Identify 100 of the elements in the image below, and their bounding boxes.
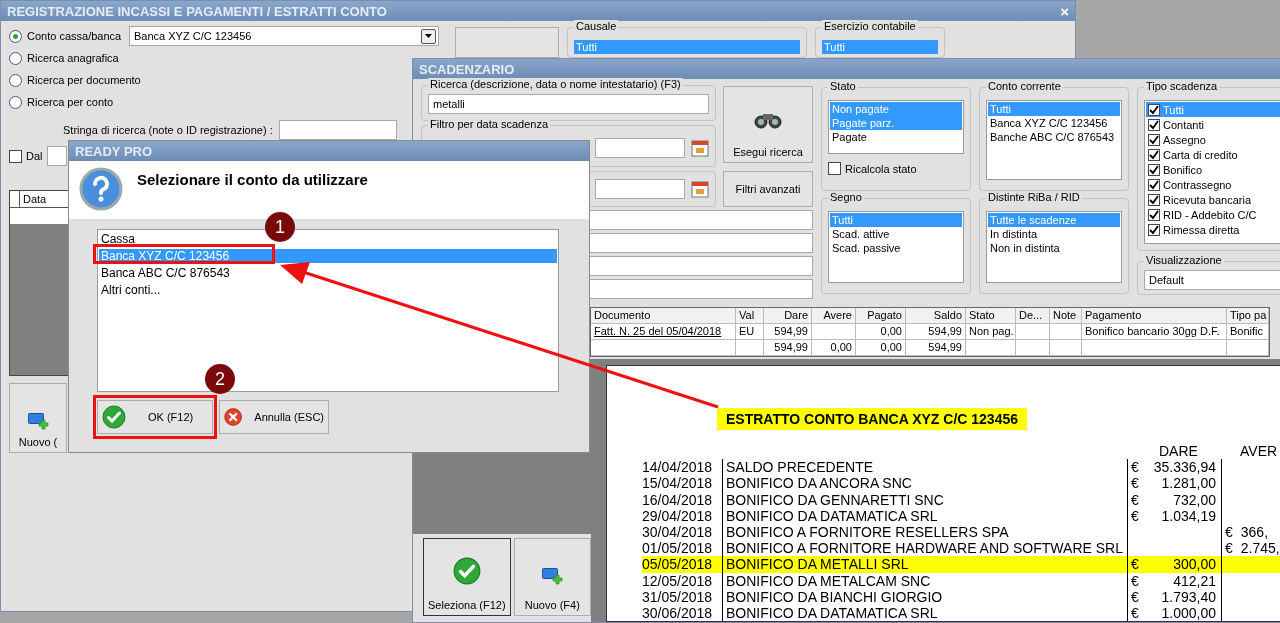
checkbox[interactable] bbox=[1148, 148, 1160, 161]
group-title: Visualizzazione bbox=[1144, 254, 1224, 266]
checkbox[interactable] bbox=[828, 162, 841, 175]
checkbox[interactable] bbox=[1148, 193, 1160, 206]
select-button[interactable]: Seleziona (F12) bbox=[423, 538, 511, 617]
statement-cell-text: 31/05/2018 bbox=[642, 588, 714, 605]
list-box[interactable]: Tutti Banca XYZ C/C 123456 Banche ABC C/C 876543 bbox=[986, 100, 1122, 180]
statement-cell: BONIFICO DA DATAMATICA SRL bbox=[722, 604, 1127, 622]
list-box[interactable]: Tutti Scad. attive Scad. passive bbox=[828, 211, 964, 283]
checkbox[interactable] bbox=[9, 149, 22, 163]
group-title: Stato bbox=[828, 80, 858, 92]
checklist-item[interactable]: Carta di credito bbox=[1146, 147, 1280, 162]
column-header[interactable]: Tipo pa bbox=[1227, 308, 1269, 324]
checkbox[interactable] bbox=[1148, 223, 1160, 236]
table-cell: Non pag. bbox=[966, 324, 1016, 340]
statement-cell: BONIFICO DA DATAMATICA SRL bbox=[722, 507, 1127, 524]
checklist-item[interactable]: Rimessa diretta bbox=[1146, 222, 1280, 237]
cancel-button[interactable]: Annulla (ESC) bbox=[219, 400, 329, 434]
column-header[interactable]: De... bbox=[1016, 308, 1050, 324]
radio-button[interactable] bbox=[9, 29, 22, 43]
list-box[interactable]: Tutte le scadenze In distinta Non in distinta bbox=[986, 211, 1122, 283]
column-header[interactable]: Pagamento bbox=[1082, 308, 1227, 324]
checkbox[interactable] bbox=[1148, 208, 1160, 221]
checklist-item[interactable]: Bonifico bbox=[1146, 162, 1280, 177]
statement-cell: 05/05/2018 bbox=[642, 556, 722, 573]
column-header[interactable]: Documento bbox=[591, 308, 736, 324]
checklist-item[interactable]: Assegno bbox=[1146, 132, 1280, 147]
radio-button[interactable] bbox=[9, 95, 22, 109]
list-item[interactable]: Banca XYZ C/C 123456 bbox=[988, 116, 1120, 130]
window-title: SCADENZARIO bbox=[419, 61, 515, 77]
group-title: Conto corrente bbox=[986, 80, 1063, 92]
radio-label: Ricerca per documento bbox=[27, 74, 141, 86]
group-title: Ricerca (descrizione, data o nome intestatario) (F3) bbox=[428, 78, 683, 90]
calendar-icon[interactable] bbox=[691, 139, 709, 157]
new-button[interactable]: Nuovo (F4) bbox=[513, 538, 591, 617]
search-button[interactable]: Esegui ricerca bbox=[723, 86, 813, 163]
document-link[interactable]: Fatt. N. 25 del 05/04/2018 bbox=[594, 325, 722, 337]
advanced-filters-button[interactable]: Filtri avanzati bbox=[723, 171, 813, 207]
statement-cell-text: 30/06/2018 bbox=[642, 604, 714, 622]
checklist-item[interactable]: Contanti bbox=[1146, 117, 1280, 132]
checkbox[interactable] bbox=[1148, 118, 1160, 131]
column-header[interactable]: Val bbox=[736, 308, 764, 324]
search-string-field[interactable] bbox=[278, 120, 397, 140]
radio-button[interactable] bbox=[9, 51, 22, 65]
monitor-plus-icon bbox=[541, 568, 563, 586]
list-item[interactable]: Banca ABC C/C 876543 bbox=[99, 266, 557, 280]
statement-cell: BONIFICO DA ANCORA SNC bbox=[722, 475, 1127, 492]
statement-cell bbox=[1222, 556, 1280, 573]
checkbox-label: Ricalcola stato bbox=[845, 162, 917, 175]
column-header[interactable]: Data bbox=[20, 193, 47, 205]
table-cell: 594,99 bbox=[906, 324, 966, 340]
table-cell: 0,00 bbox=[856, 324, 906, 340]
checklist-item[interactable]: RID - Addebito C/C bbox=[1146, 207, 1280, 222]
list-item[interactable]: Pagate bbox=[830, 130, 962, 144]
group-title: Filtro per data scadenza bbox=[428, 118, 550, 130]
table-cell bbox=[1016, 324, 1050, 340]
column-header[interactable]: Dare bbox=[764, 308, 812, 324]
statement-cell: € 35.336,94 bbox=[1127, 459, 1222, 476]
table-cell: 594,99 bbox=[764, 324, 812, 340]
checklist-item[interactable]: Ricevuta bancaria bbox=[1146, 192, 1280, 207]
column-header[interactable]: Pagato bbox=[856, 308, 906, 324]
table-cell: Bonifico bancario 30gg D.F. bbox=[1082, 324, 1227, 340]
date-field[interactable] bbox=[595, 138, 685, 158]
date-field[interactable] bbox=[46, 146, 67, 166]
column-header[interactable]: Avere bbox=[812, 308, 856, 324]
column-header[interactable]: Saldo bbox=[906, 308, 966, 324]
list-item[interactable]: Scad. attive bbox=[830, 227, 962, 241]
table-cell bbox=[1050, 324, 1082, 340]
list-box[interactable]: Non pagate Pagate parz. Pagate bbox=[828, 100, 964, 154]
statement-cell: BONIFICO DA GENNARETTI SNC bbox=[722, 491, 1127, 508]
statement-cell-text: 30/04/2018 bbox=[642, 523, 714, 541]
column-header[interactable]: Note bbox=[1050, 308, 1082, 324]
statement-cell: € 1.000,00 bbox=[1127, 604, 1222, 622]
group-title: Tipo scadenza bbox=[1144, 80, 1220, 92]
list-box[interactable]: Tutti Contanti Assegno Carta di credito Bonifico Contrassegno Ricevuta bancaria RID - Addebito C/C Rimessa diretta bbox=[1144, 100, 1280, 244]
statement-cell: € 1.281,00 bbox=[1127, 475, 1222, 492]
view-select[interactable]: Default bbox=[1144, 270, 1280, 290]
search-field[interactable]: metalli bbox=[428, 94, 709, 114]
list-item[interactable]: Banche ABC C/C 876543 bbox=[988, 130, 1120, 144]
group-title: Esercizio contabile bbox=[822, 20, 918, 32]
checkbox[interactable] bbox=[1148, 133, 1160, 146]
statement-cell: € 412,21 bbox=[1127, 572, 1222, 589]
new-button[interactable]: Nuovo ( bbox=[9, 383, 67, 453]
ok-button[interactable]: OK (F12) bbox=[97, 400, 213, 434]
statement-cell-text: 01/05/2018 bbox=[642, 540, 714, 557]
list-item[interactable]: Scad. passive bbox=[830, 241, 962, 255]
date-field[interactable] bbox=[595, 179, 685, 199]
list-item[interactable]: Altri conti... bbox=[99, 283, 557, 297]
checkbox[interactable] bbox=[1148, 178, 1160, 191]
checkbox[interactable] bbox=[1148, 103, 1160, 116]
checkbox[interactable] bbox=[1148, 163, 1160, 176]
account-select[interactable]: Banca XYZ C/C 123456 bbox=[129, 26, 439, 46]
calendar-icon[interactable] bbox=[691, 180, 709, 198]
list-item[interactable]: In distinta bbox=[988, 227, 1120, 241]
statement-cell: BONIFICO DA METALCAM SNC bbox=[722, 572, 1127, 589]
column-header[interactable]: Stato bbox=[966, 308, 1016, 324]
list-item[interactable]: Non in distinta bbox=[988, 241, 1120, 255]
radio-button[interactable] bbox=[9, 73, 22, 87]
checklist-item[interactable]: Contrassegno bbox=[1146, 177, 1280, 192]
column-header: DARE bbox=[1158, 443, 1199, 460]
